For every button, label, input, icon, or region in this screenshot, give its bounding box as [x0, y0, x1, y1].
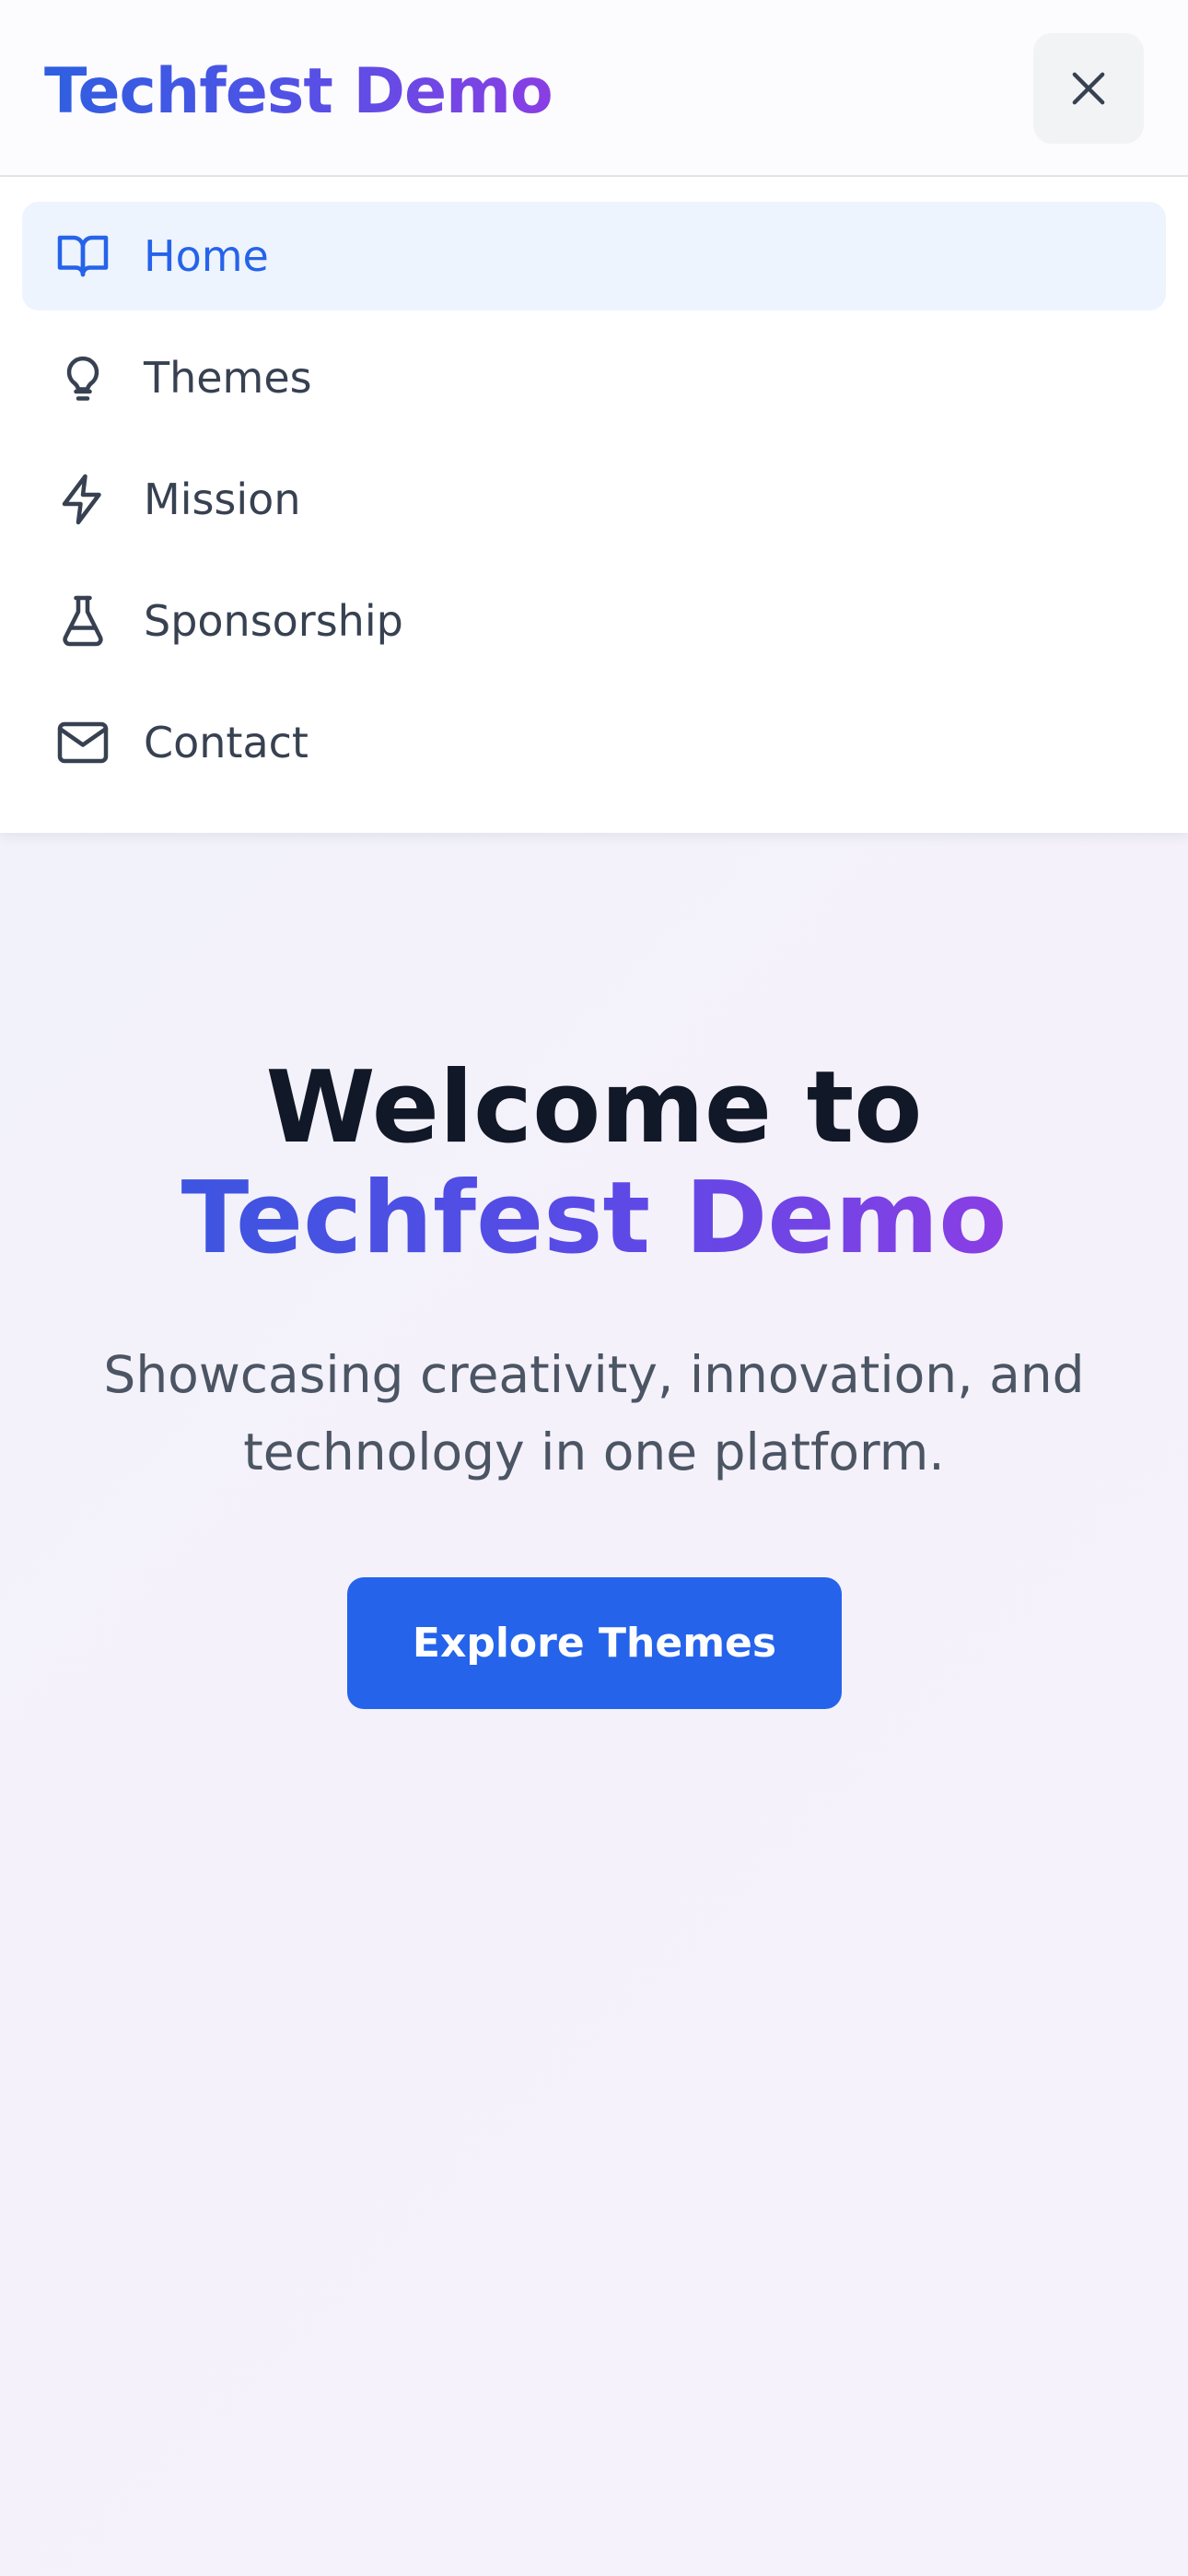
nav-item-label: Sponsorship — [144, 596, 403, 646]
mobile-nav-menu: Home Themes Mission Sponsorship Contact — [0, 177, 1188, 833]
hero-title-line1: Welcome to — [265, 1050, 923, 1165]
lightbulb-icon — [55, 350, 111, 405]
hero-subtitle: Showcasing creativity, innovation, and t… — [103, 1345, 1085, 1481]
nav-item-label: Mission — [144, 474, 301, 524]
nav-item-label: Themes — [144, 353, 312, 403]
mail-icon — [55, 715, 111, 770]
explore-themes-button[interactable]: Explore Themes — [347, 1577, 842, 1709]
page: Techfest Demo Home Themes Mission Sponso… — [0, 0, 1188, 2576]
brand-logo[interactable]: Techfest Demo — [44, 50, 553, 135]
hero-title-line2: Techfest Demo — [0, 1163, 1188, 1275]
nav-item-label: Contact — [144, 718, 309, 767]
close-icon — [1072, 72, 1105, 105]
lightning-bolt-icon — [55, 472, 111, 527]
top-bar: Techfest Demo — [0, 0, 1188, 177]
book-open-icon — [55, 228, 111, 284]
nav-item-contact[interactable]: Contact — [22, 688, 1166, 797]
hero-title-brand: Techfest Demo — [181, 1161, 1007, 1276]
nav-item-themes[interactable]: Themes — [22, 323, 1166, 432]
nav-item-mission[interactable]: Mission — [22, 445, 1166, 554]
close-menu-button[interactable] — [1033, 33, 1144, 144]
nav-item-label: Home — [144, 231, 269, 281]
nav-item-sponsorship[interactable]: Sponsorship — [22, 567, 1166, 675]
nav-item-home[interactable]: Home — [22, 202, 1166, 310]
flask-icon — [55, 593, 111, 649]
